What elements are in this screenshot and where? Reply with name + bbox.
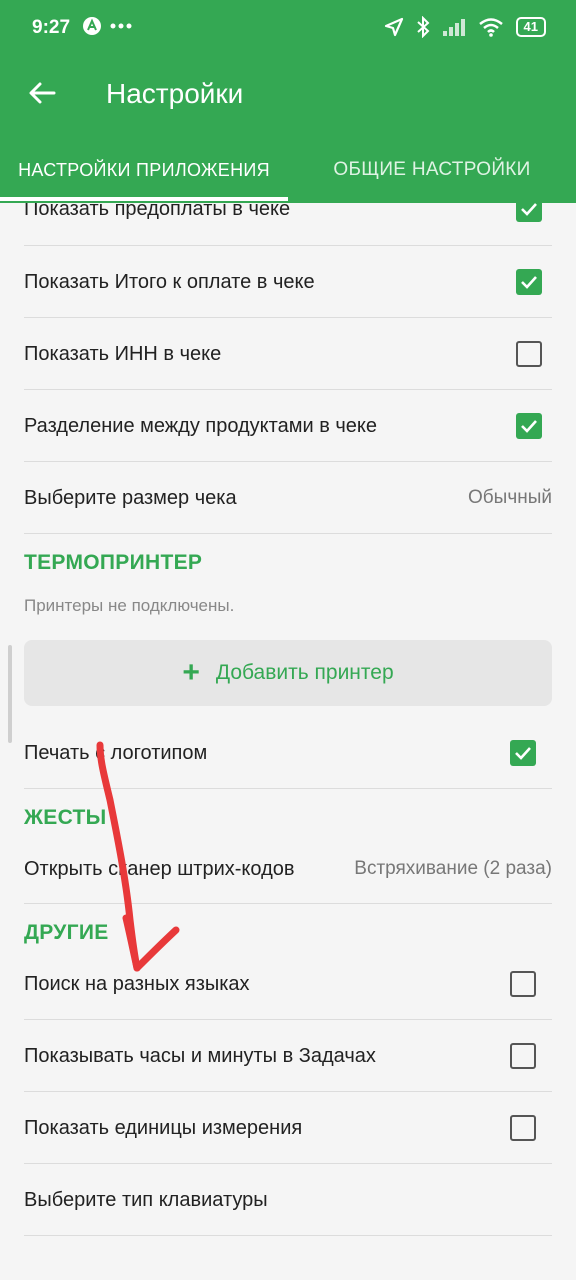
bluetooth-icon <box>416 16 429 38</box>
setting-label: Поиск на разных языках <box>24 972 250 995</box>
settings-list[interactable]: Показать предоплаты в чеке Показать Итог… <box>0 203 576 1280</box>
setting-label: Показать ИНН в чеке <box>24 342 222 365</box>
setting-value: Обычный <box>468 487 552 508</box>
setting-multilang-search[interactable]: Поиск на разных языках <box>24 948 552 1020</box>
setting-task-time[interactable]: Показывать часы и минуты в Задачах <box>24 1020 552 1092</box>
checkbox-unchecked[interactable] <box>516 341 542 367</box>
arrow-left-icon <box>29 82 56 104</box>
checkbox-unchecked[interactable] <box>510 1043 536 1069</box>
divider <box>24 788 552 789</box>
add-printer-button[interactable]: + Добавить принтер <box>24 640 552 706</box>
divider <box>24 533 552 534</box>
checkbox-unchecked[interactable] <box>510 1115 536 1141</box>
setting-label: Печать с логотипом <box>24 741 208 764</box>
checkbox-checked[interactable] <box>516 203 542 222</box>
plus-icon: + <box>182 656 200 689</box>
setting-label: Открыть сканер штрих-кодов <box>24 857 295 880</box>
setting-show-prepayments[interactable]: Показать предоплаты в чеке <box>24 203 552 229</box>
setting-label: Показывать часы и минуты в Задачах <box>24 1044 376 1067</box>
section-title-other: ДРУГИЕ <box>24 921 109 944</box>
checkbox-checked[interactable] <box>516 413 542 439</box>
app-bar: 9:27 41 Настройки НАСТРОЙКИ ПРИЛОЖЕНИЯ О… <box>0 0 576 203</box>
signal-icon <box>442 19 465 36</box>
setting-label: Показать Итого к оплате в чеке <box>24 270 315 293</box>
setting-show-inn[interactable]: Показать ИНН в чеке <box>24 318 552 390</box>
battery-indicator: 41 <box>515 17 546 37</box>
divider <box>24 1235 552 1236</box>
tab-app-settings[interactable]: НАСТРОЙКИ ПРИЛОЖЕНИЯ <box>0 140 288 200</box>
setting-label: Разделение между продуктами в чеке <box>24 414 378 437</box>
checkbox-checked[interactable] <box>516 269 542 295</box>
back-button[interactable] <box>22 76 62 110</box>
checkbox-checked[interactable] <box>510 740 536 766</box>
setting-label: Показать предоплаты в чеке <box>24 203 291 220</box>
section-title-gestures: ЖЕСТЫ <box>24 806 107 829</box>
setting-barcode-scanner[interactable]: Открыть сканер штрих-кодов Встряхивание … <box>24 834 552 904</box>
status-time: 9:27 <box>32 17 71 38</box>
tab-indicator <box>0 197 288 201</box>
printers-hint: Принтеры не подключены. <box>24 596 235 615</box>
setting-label: Выберите размер чека <box>24 486 237 509</box>
setting-label: Выберите тип клавиатуры <box>24 1188 268 1211</box>
setting-receipt-size[interactable]: Выберите размер чека Обычный <box>24 462 552 534</box>
tab-general-settings[interactable]: ОБЩИЕ НАСТРОЙКИ <box>288 140 576 200</box>
check-icon <box>521 203 537 216</box>
setting-units[interactable]: Показать единицы измерения <box>24 1092 552 1164</box>
setting-product-separator[interactable]: Разделение между продуктами в чеке <box>24 390 552 462</box>
app-notification-icon <box>83 17 101 35</box>
check-icon <box>515 747 531 760</box>
status-bar: 9:27 41 <box>0 0 576 58</box>
scrollbar[interactable] <box>8 645 12 743</box>
divider <box>24 903 552 904</box>
check-icon <box>521 276 537 289</box>
setting-label: Показать единицы измерения <box>24 1116 303 1139</box>
setting-keyboard-type[interactable]: Выберите тип клавиатуры <box>24 1164 552 1236</box>
wifi-icon <box>478 18 503 37</box>
setting-value: Встряхивание (2 раза) <box>354 858 552 879</box>
add-printer-label: Добавить принтер <box>215 661 394 684</box>
setting-print-logo[interactable]: Печать с логотипом <box>24 717 552 789</box>
section-title-thermoprinter: ТЕРМОПРИНТЕР <box>24 551 203 574</box>
checkbox-unchecked[interactable] <box>510 971 536 997</box>
setting-show-total[interactable]: Показать Итого к оплате в чеке <box>24 246 552 318</box>
location-icon <box>384 17 403 37</box>
page-title: Настройки <box>106 78 244 109</box>
check-icon <box>521 420 537 433</box>
tab-bar: НАСТРОЙКИ ПРИЛОЖЕНИЯ ОБЩИЕ НАСТРОЙКИ <box>0 140 576 200</box>
more-notifications-icon <box>110 23 132 29</box>
